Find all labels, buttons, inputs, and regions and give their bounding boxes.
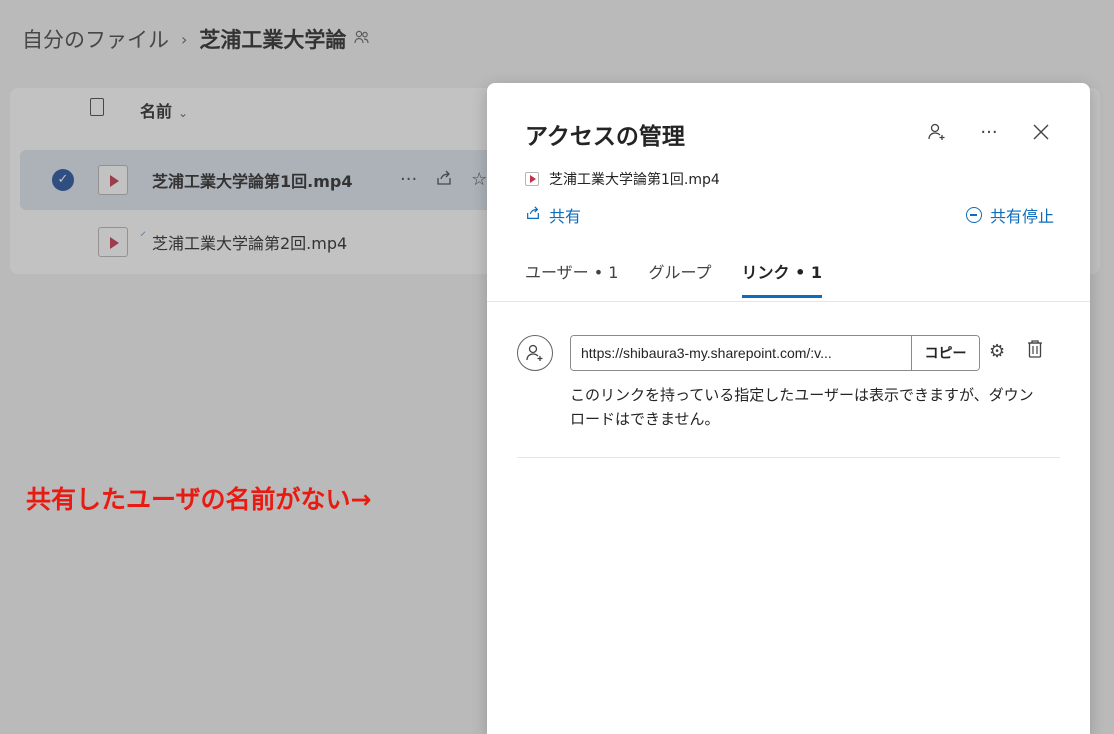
share-label: 共有 <box>549 207 582 226</box>
more-icon[interactable]: ··· <box>976 119 1002 145</box>
tab-links[interactable]: リンク • 1 <box>741 259 823 298</box>
add-person-icon[interactable] <box>517 335 553 371</box>
copy-button[interactable]: コピー <box>911 336 979 370</box>
panel-title: アクセスの管理 <box>525 124 685 150</box>
share-icon <box>525 205 541 225</box>
stop-sharing-label: 共有停止 <box>989 207 1054 226</box>
link-url-input[interactable] <box>571 336 911 370</box>
add-person-icon[interactable] <box>924 119 950 145</box>
tab-users[interactable]: ユーザー • 1 <box>525 259 618 298</box>
trash-icon[interactable] <box>1027 339 1043 361</box>
sharing-link-row: コピー ⚙ <box>517 335 1057 375</box>
minus-circle-icon <box>965 207 982 223</box>
video-file-icon <box>525 172 539 186</box>
manage-access-panel: アクセスの管理 ··· 芝浦工業大学論第1回.mp4 共有 共有停止 ユーザー … <box>487 83 1090 734</box>
link-url-box: コピー <box>570 335 980 371</box>
panel-file: 芝浦工業大学論第1回.mp4 <box>525 169 720 189</box>
tab-groups[interactable]: グループ <box>648 259 711 298</box>
panel-file-name: 芝浦工業大学論第1回.mp4 <box>549 172 720 188</box>
access-tabs: ユーザー • 1 グループ リンク • 1 <box>525 259 823 298</box>
divider <box>487 301 1090 302</box>
share-button[interactable]: 共有 <box>525 203 581 227</box>
panel-toolbar: ··· <box>924 119 1054 145</box>
close-icon[interactable] <box>1028 119 1054 145</box>
gear-icon[interactable]: ⚙ <box>989 341 1005 362</box>
divider <box>517 457 1060 458</box>
stop-sharing-button[interactable]: 共有停止 <box>965 203 1054 227</box>
link-description: このリンクを持っている指定したユーザーは表示できますが、ダウンロードはできません… <box>570 386 1034 428</box>
annotation-text: 共有したユーザの名前がない→ <box>26 485 372 514</box>
